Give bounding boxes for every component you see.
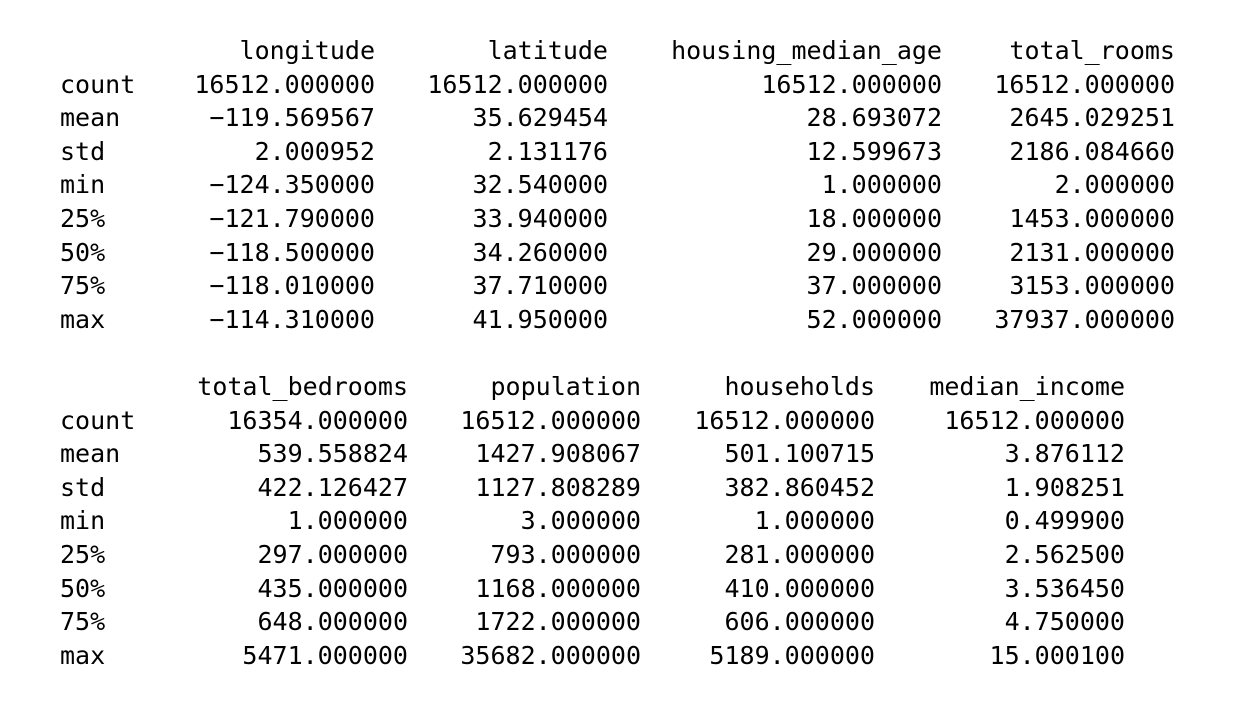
table-cell: 37937.000000 <box>994 304 1175 334</box>
row-label: count <box>60 405 136 435</box>
table-cell: 3153.000000 <box>1009 271 1175 301</box>
table-cell: 16512.000000 <box>761 69 942 99</box>
table-cell: 539.558824 <box>257 439 408 469</box>
row-label: 25% <box>60 203 106 233</box>
table-cell: 29.000000 <box>806 237 942 267</box>
table-cell: 5189.000000 <box>709 640 875 670</box>
table-cell: 15.000100 <box>989 640 1125 670</box>
column-header: total_bedrooms <box>197 372 408 401</box>
row-label: max <box>60 304 106 334</box>
table-cell: 501.100715 <box>724 439 875 469</box>
table-cell: 2186.084660 <box>1009 136 1175 166</box>
table-cell: 2.131176 <box>487 136 608 166</box>
column-header: latitude <box>487 36 608 65</box>
table-cell: 4.750000 <box>1004 607 1125 637</box>
table-cell: 35682.000000 <box>460 640 641 670</box>
table-cell: 281.000000 <box>724 539 875 569</box>
row-label: std <box>60 136 106 166</box>
table-cell: 16512.000000 <box>694 405 875 435</box>
table-cell: 1427.908067 <box>475 439 641 469</box>
table-cell: 410.000000 <box>724 573 875 603</box>
column-header: households <box>724 372 875 401</box>
row-label: 75% <box>60 271 106 301</box>
column-header: median_income <box>929 372 1125 401</box>
table-cell: 33.940000 <box>472 203 608 233</box>
table-cell: 382.860452 <box>724 472 875 502</box>
table-cell: 16512.000000 <box>427 69 608 99</box>
table-cell: 16512.000000 <box>994 69 1175 99</box>
table-cell: 2.000000 <box>1054 170 1175 200</box>
table-cell: 1127.808289 <box>475 472 641 502</box>
table-cell: 1722.000000 <box>475 607 641 637</box>
table-cell: −119.569567 <box>209 103 375 133</box>
table-cell: 2.562500 <box>1004 539 1125 569</box>
table-cell: 1.000000 <box>821 170 942 200</box>
table-cell: −118.010000 <box>209 271 375 301</box>
table-cell: 34.260000 <box>472 237 608 267</box>
table-cell: 1.908251 <box>1004 472 1125 502</box>
row-label: 50% <box>60 573 106 603</box>
table-cell: 16354.000000 <box>227 405 408 435</box>
table-cell: 606.000000 <box>724 607 875 637</box>
column-header: population <box>490 372 641 401</box>
table-cell: 2.000952 <box>254 136 375 166</box>
table-cell: 16512.000000 <box>194 69 375 99</box>
table-cell: 435.000000 <box>257 573 408 603</box>
column-header: housing_median_age <box>671 36 942 65</box>
table-cell: 793.000000 <box>490 539 641 569</box>
table-cell: 3.000000 <box>520 506 641 536</box>
table-cell: 37.000000 <box>806 271 942 301</box>
row-label: min <box>60 170 106 200</box>
table-cell: 41.950000 <box>472 304 608 334</box>
row-label: mean <box>60 439 121 469</box>
table-cell: −121.790000 <box>209 203 375 233</box>
table-cell: 28.693072 <box>806 103 942 133</box>
table-cell: 37.710000 <box>472 271 608 301</box>
table-cell: 52.000000 <box>806 304 942 334</box>
column-header: longitude <box>239 36 375 65</box>
row-label: 25% <box>60 539 106 569</box>
table-cell: 18.000000 <box>806 203 942 233</box>
table-cell: 1453.000000 <box>1009 203 1175 233</box>
row-label: max <box>60 640 106 670</box>
table-cell: 1168.000000 <box>475 573 641 603</box>
table-cell: 32.540000 <box>472 170 608 200</box>
table-cell: 2131.000000 <box>1009 237 1175 267</box>
table-cell: −124.350000 <box>209 170 375 200</box>
row-label: 75% <box>60 607 106 637</box>
table-cell: 16512.000000 <box>460 405 641 435</box>
table-cell: 3.876112 <box>1004 439 1125 469</box>
table-cell: 16512.000000 <box>944 405 1125 435</box>
table-cell: −114.310000 <box>209 304 375 334</box>
row-label: std <box>60 472 106 502</box>
table-cell: −118.500000 <box>209 237 375 267</box>
table-cell: 648.000000 <box>257 607 408 637</box>
table-cell: 1.000000 <box>287 506 408 536</box>
table-cell: 12.599673 <box>806 136 942 166</box>
table-cell: 2645.029251 <box>1009 103 1175 133</box>
row-label: count <box>60 69 136 99</box>
row-label: 50% <box>60 237 106 267</box>
table-cell: 3.536450 <box>1004 573 1125 603</box>
column-header: total_rooms <box>1009 36 1175 65</box>
table-cell: 422.126427 <box>257 472 408 502</box>
table-cell: 0.499900 <box>1004 506 1125 536</box>
row-label: mean <box>60 103 121 133</box>
describe-output: longitude latitude housing_median_age to… <box>0 0 1248 704</box>
table-cell: 35.629454 <box>472 103 608 133</box>
table-cell: 297.000000 <box>257 539 408 569</box>
table-cell: 5471.000000 <box>242 640 408 670</box>
row-label: min <box>60 506 106 536</box>
table-cell: 1.000000 <box>754 506 875 536</box>
